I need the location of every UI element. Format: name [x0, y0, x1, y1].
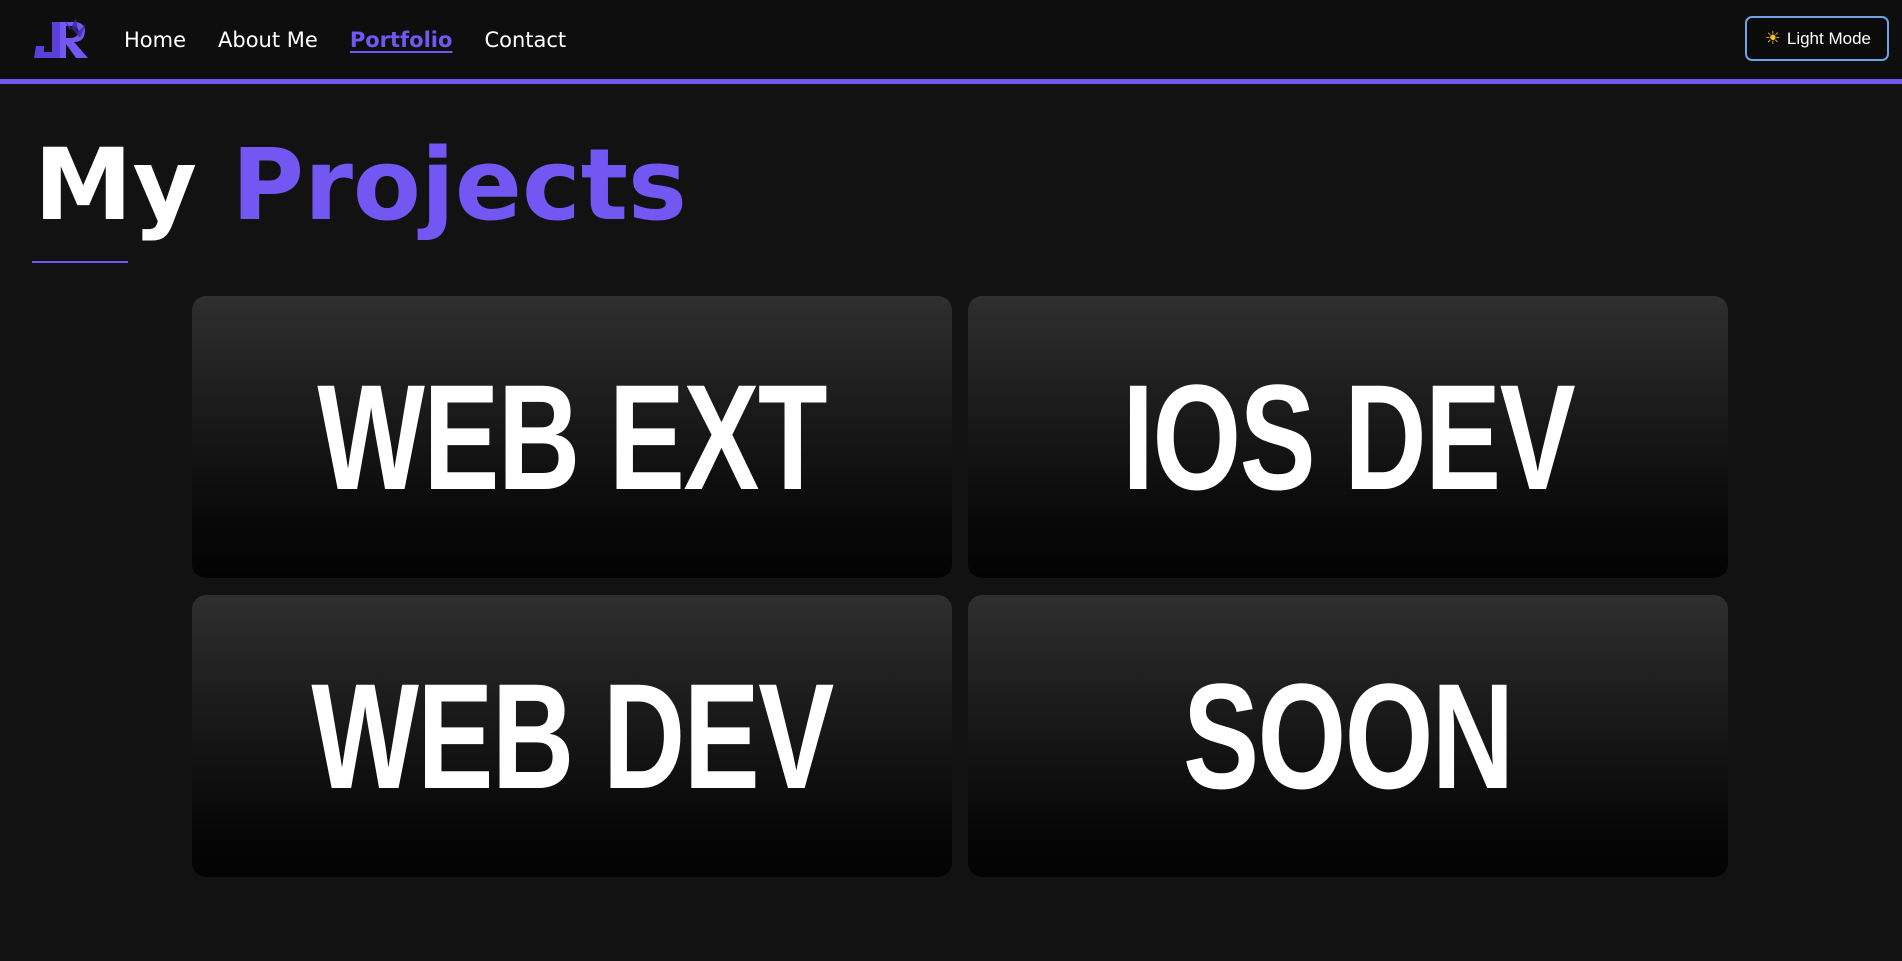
project-card-label: IOS DEV: [1122, 353, 1575, 521]
nav-links: Home About Me Portfolio Contact: [124, 26, 566, 54]
nav-link-portfolio[interactable]: Portfolio: [350, 26, 453, 54]
nav-link-about-me[interactable]: About Me: [218, 26, 318, 54]
nav-link-contact[interactable]: Contact: [484, 26, 566, 54]
logo-icon: [34, 18, 88, 58]
sun-icon: ☀: [1764, 28, 1781, 48]
nav-link-home[interactable]: Home: [124, 26, 186, 54]
project-card-label: SOON: [1183, 652, 1514, 820]
site-logo[interactable]: [30, 16, 94, 62]
page-title-first: My: [34, 128, 198, 243]
project-card-web-ext[interactable]: WEB EXT: [192, 296, 952, 578]
project-card-soon[interactable]: SOON: [968, 595, 1728, 877]
top-navbar: Home About Me Portfolio Contact ☀ Light …: [0, 0, 1902, 84]
page-title-accent: Projects: [231, 128, 687, 243]
page-title: My Projects: [34, 126, 687, 246]
light-mode-toggle-button[interactable]: ☀ Light Mode: [1744, 16, 1889, 61]
title-underline: [32, 261, 128, 263]
project-card-ios-dev[interactable]: IOS DEV: [968, 296, 1728, 578]
theme-button-label: Light Mode: [1786, 28, 1871, 48]
project-card-label: WEB EXT: [317, 353, 828, 521]
projects-grid: WEB EXT IOS DEV WEB DEV SOON: [192, 296, 1728, 877]
project-card-web-dev[interactable]: WEB DEV: [192, 595, 952, 877]
project-card-label: WEB DEV: [311, 652, 834, 820]
